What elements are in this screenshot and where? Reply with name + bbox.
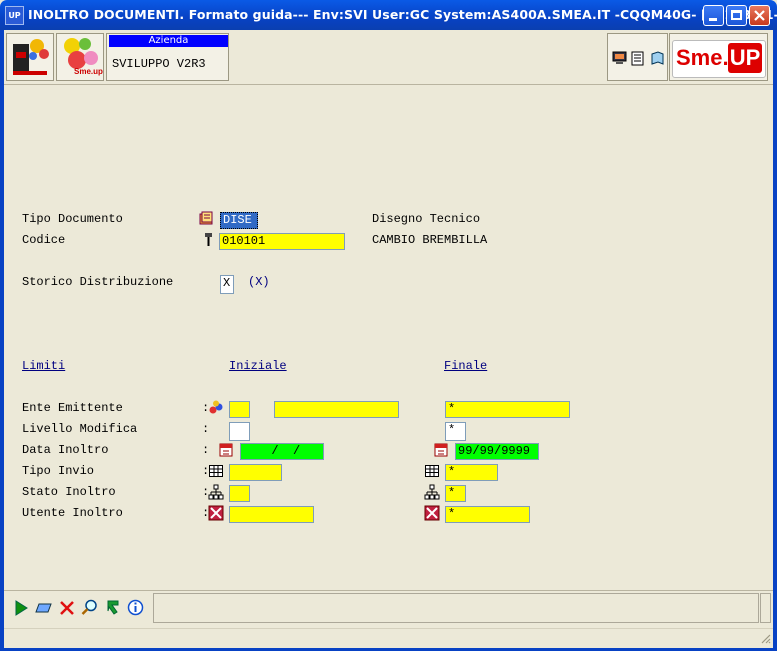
- book-icon[interactable]: [650, 51, 665, 66]
- book-lookup-icon[interactable]: [199, 211, 215, 227]
- hierarchy-icon[interactable]: [208, 484, 224, 500]
- exit-app-icon: [13, 39, 49, 75]
- window-title: INOLTRO DOCUMENTI. Formato guida--- Env:…: [28, 7, 777, 22]
- livello-modifica-label: Livello Modifica: [22, 422, 138, 436]
- tipo-documento-field[interactable]: DISE: [220, 212, 258, 229]
- maximize-button[interactable]: [726, 5, 747, 26]
- delete-icon[interactable]: [59, 600, 75, 616]
- maximize-icon: [731, 10, 742, 20]
- pin-icon[interactable]: [202, 232, 218, 248]
- user-cross-icon[interactable]: [424, 505, 440, 521]
- livello-modifica-fin[interactable]: *: [445, 422, 466, 441]
- iniziale-header: Iniziale: [229, 359, 287, 373]
- codice-description: CAMBIO BREMBILLA: [372, 233, 488, 247]
- limiti-header: Limiti: [22, 359, 66, 373]
- storico-label: Storico Distribuzione: [22, 275, 174, 289]
- storico-hint: (X): [248, 275, 270, 289]
- table-icon[interactable]: [424, 463, 440, 479]
- bottom-strip: [4, 628, 773, 648]
- stato-inoltro-label: Stato Inoltro: [22, 485, 116, 499]
- row-colon: :: [202, 422, 210, 436]
- finale-header: Finale: [444, 359, 488, 373]
- ente-emittente-ini-desc[interactable]: [274, 401, 399, 418]
- exit-tile[interactable]: [6, 33, 54, 81]
- document-icon[interactable]: [631, 51, 645, 66]
- smeup-brand-logo: Sme. UP: [672, 40, 766, 78]
- status-side-box: [760, 593, 771, 623]
- status-message-box: [153, 593, 759, 623]
- data-inoltro-ini[interactable]: / /: [240, 443, 324, 460]
- table-icon[interactable]: [208, 463, 224, 479]
- tipo-documento-label: Tipo Documento: [22, 212, 123, 226]
- data-inoltro-label: Data Inoltro: [22, 443, 109, 457]
- small-logo-label: Sme.up: [74, 67, 103, 76]
- data-inoltro-fin[interactable]: 99/99/9999: [455, 443, 539, 460]
- tipo-documento-description: Disegno Tecnico: [372, 212, 481, 226]
- calendar-icon[interactable]: [433, 442, 449, 458]
- back-arrow-icon[interactable]: [105, 599, 121, 616]
- stato-inoltro-fin[interactable]: *: [445, 485, 466, 502]
- play-icon[interactable]: [13, 600, 29, 616]
- codice-label: Codice: [22, 233, 66, 247]
- app-icon[interactable]: UP: [5, 6, 24, 25]
- ente-emittente-ini-code[interactable]: [229, 401, 250, 418]
- smeup-small-tile[interactable]: Sme.up: [56, 33, 104, 81]
- info-icon[interactable]: [127, 599, 144, 616]
- codice-field[interactable]: 010101: [219, 233, 345, 250]
- livello-modifica-ini[interactable]: [229, 422, 250, 441]
- brand-right: UP: [728, 43, 762, 73]
- brand-left: Sme.: [676, 45, 729, 70]
- utente-inoltro-label: Utente Inoltro: [22, 506, 123, 520]
- azienda-value: SVILUPPO V2R3: [112, 57, 206, 71]
- tipo-invio-ini[interactable]: [229, 464, 282, 481]
- search-icon[interactable]: [81, 599, 98, 616]
- close-button[interactable]: [749, 5, 770, 26]
- stato-inoltro-ini[interactable]: [229, 485, 250, 502]
- tipo-invio-fin[interactable]: *: [445, 464, 498, 481]
- balls-icon[interactable]: [208, 400, 224, 416]
- storico-field[interactable]: X: [220, 275, 234, 294]
- utente-inoltro-ini[interactable]: [229, 506, 314, 523]
- calendar-icon[interactable]: [218, 442, 234, 458]
- azienda-label: Azienda: [109, 35, 228, 47]
- tipo-invio-label: Tipo Invio: [22, 464, 95, 478]
- ente-emittente-label: Ente Emittente: [22, 401, 123, 415]
- hierarchy-icon[interactable]: [424, 484, 440, 500]
- row-colon: :: [202, 443, 210, 457]
- minimize-button[interactable]: [703, 5, 724, 26]
- eraser-icon[interactable]: [35, 600, 53, 616]
- window-frame-right: [773, 30, 777, 651]
- resize-grip-icon[interactable]: [759, 632, 771, 644]
- monitor-icon[interactable]: [612, 51, 628, 65]
- minimize-icon: [709, 18, 717, 21]
- ente-emittente-fin[interactable]: *: [445, 401, 570, 418]
- user-cross-icon[interactable]: [208, 505, 224, 521]
- utente-inoltro-fin[interactable]: *: [445, 506, 530, 523]
- close-icon: [754, 10, 765, 21]
